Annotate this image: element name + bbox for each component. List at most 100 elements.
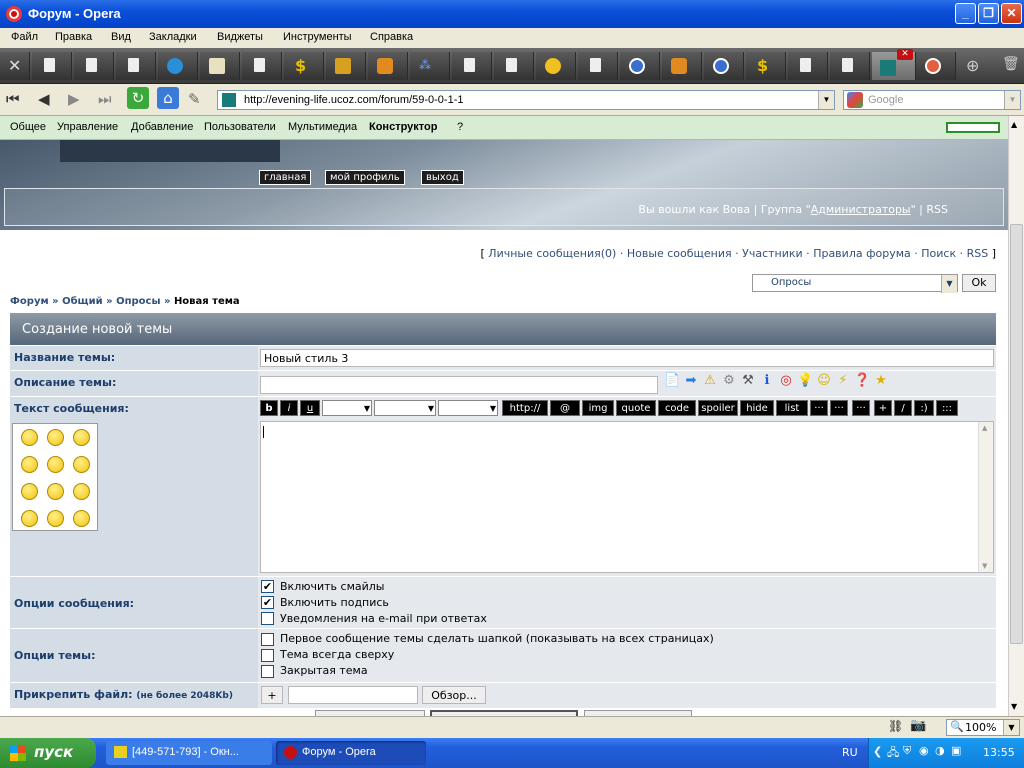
bbcode-plus-button[interactable]: + <box>874 400 892 416</box>
tab[interactable] <box>452 52 492 80</box>
crumb-polls[interactable]: Опросы <box>116 296 160 307</box>
tray-disk-icon[interactable]: ◉ <box>919 744 929 757</box>
smiley-cool-icon[interactable] <box>73 429 90 446</box>
add-file-button[interactable]: + <box>261 686 283 704</box>
menu-file[interactable]: Файл <box>11 31 38 43</box>
browse-button[interactable]: Обзор... <box>422 686 486 704</box>
tab[interactable] <box>368 52 408 80</box>
crumb-forum[interactable]: Форум <box>10 296 49 307</box>
taskbar-item-chat[interactable]: [449-571-793] - Окн... <box>106 741 272 765</box>
lifebuoy-icon[interactable]: ◎ <box>778 373 794 389</box>
start-button[interactable]: пуск <box>0 738 96 768</box>
tray-moon-icon[interactable]: ◑ <box>935 744 945 757</box>
panel-item-management[interactable]: Управление <box>57 121 118 133</box>
header-rss-link[interactable]: RSS <box>926 203 948 216</box>
smiley-wink-icon[interactable] <box>73 510 90 527</box>
close-tab-icon[interactable]: ✕ <box>897 49 913 60</box>
bbcode-extra2-button[interactable]: ··· <box>830 400 848 416</box>
back-button[interactable]: ◀ <box>38 90 50 108</box>
color-select[interactable] <box>374 400 436 416</box>
star-icon[interactable]: ★ <box>873 373 889 389</box>
email-notify-checkbox[interactable] <box>261 612 274 625</box>
bbcode-code-button[interactable]: code <box>658 400 696 416</box>
smiley-biggrin-icon[interactable] <box>47 429 64 446</box>
tab[interactable] <box>662 52 702 80</box>
tab[interactable] <box>494 52 534 80</box>
scroll-down-icon[interactable]: ▼ <box>1011 702 1017 711</box>
pin-first-post-checkbox[interactable] <box>261 633 274 646</box>
closed-topic-checkbox[interactable] <box>261 665 274 678</box>
smiley-angry-icon[interactable] <box>21 429 38 446</box>
chevron-down-icon[interactable]: ▼ <box>941 275 957 293</box>
tab[interactable] <box>536 52 576 80</box>
smiley-surprised-icon[interactable] <box>73 483 90 500</box>
bbcode-bold-button[interactable]: b <box>260 400 278 416</box>
tab[interactable] <box>578 52 618 80</box>
home-link-button[interactable]: главная <box>259 170 312 185</box>
menu-help[interactable]: Справка <box>370 31 413 43</box>
bbcode-underline-button[interactable]: u <box>300 400 320 416</box>
rss-link[interactable]: RSS <box>967 247 989 260</box>
info-icon[interactable]: ℹ <box>759 373 775 389</box>
tab[interactable]: $ <box>746 52 786 80</box>
tab[interactable] <box>830 52 870 80</box>
smiley-sick-icon[interactable] <box>47 510 64 527</box>
panel-slider-icon[interactable] <box>946 122 1000 133</box>
tab[interactable] <box>788 52 828 80</box>
tab[interactable] <box>74 52 114 80</box>
tab[interactable] <box>200 52 240 80</box>
arrow-right-icon[interactable]: ➡ <box>683 373 699 389</box>
smiley-smile-icon[interactable] <box>47 483 64 500</box>
zoom-dropdown-icon[interactable]: ▼ <box>1003 720 1019 735</box>
bbcode-slash-button[interactable]: / <box>894 400 912 416</box>
logout-link-button[interactable]: выход <box>421 170 464 185</box>
forum-jump-select[interactable]: Опросы ▼ <box>752 274 958 293</box>
panel-item-multimedia[interactable]: Мультимедиа <box>288 121 357 133</box>
file-path-input[interactable] <box>288 686 418 704</box>
enable-smileys-checkbox[interactable]: ✔ <box>261 580 274 593</box>
smiley-tongue-icon[interactable] <box>21 510 38 527</box>
gear-icon[interactable]: ⚙ <box>721 373 737 389</box>
profile-link-button[interactable]: мой профиль <box>325 170 405 185</box>
panels-icon[interactable]: ⛓ <box>888 719 903 733</box>
bbcode-extra1-button[interactable]: ··· <box>810 400 828 416</box>
bbcode-list-button[interactable]: list <box>776 400 808 416</box>
search-dropdown-icon[interactable]: ▼ <box>1004 91 1020 109</box>
panel-item-help[interactable]: ? <box>457 121 463 133</box>
smiley-shocked-icon[interactable] <box>21 456 38 473</box>
bbcode-italic-button[interactable]: i <box>280 400 298 416</box>
bbcode-email-button[interactable]: @ <box>550 400 580 416</box>
menu-view[interactable]: Вид <box>111 31 131 43</box>
tray-network-icon[interactable]: 🖧 <box>887 744 899 763</box>
tab[interactable] <box>158 52 198 80</box>
scrollbar-thumb[interactable] <box>1010 224 1023 644</box>
group-link[interactable]: Администраторы <box>811 203 911 216</box>
minimize-button[interactable]: _ <box>955 3 976 24</box>
search-field[interactable]: Google ▼ <box>843 90 1021 110</box>
camera-icon[interactable]: 📷 <box>910 718 926 733</box>
message-textarea[interactable]: ▲ ▼ <box>260 421 994 573</box>
address-field[interactable]: http://evening-life.ucoz.com/forum/59-0-… <box>217 90 835 110</box>
zoom-select[interactable]: 🔍 100% ▼ <box>946 719 1020 736</box>
menu-bookmarks[interactable]: Закладки <box>149 31 197 43</box>
tab[interactable] <box>242 52 282 80</box>
panel-item-users[interactable]: Пользователи <box>204 121 276 133</box>
close-button[interactable]: ✕ <box>1001 3 1022 24</box>
tab[interactable] <box>32 52 72 80</box>
search-link[interactable]: Поиск <box>921 247 956 260</box>
members-link[interactable]: Участники <box>742 247 803 260</box>
question-icon[interactable]: ❓ <box>854 373 870 389</box>
forward-button[interactable]: ▶ <box>68 90 80 108</box>
private-messages-link[interactable]: Личные сообщения(0) <box>488 247 616 260</box>
bbcode-spoiler-button[interactable]: spoiler <box>698 400 738 416</box>
smiley-sad-icon[interactable] <box>21 483 38 500</box>
crumb-general[interactable]: Общий <box>62 296 103 307</box>
tab[interactable] <box>326 52 366 80</box>
tab[interactable] <box>704 52 744 80</box>
forum-rules-link[interactable]: Правила форума <box>813 247 911 260</box>
wand-icon[interactable]: ✎ <box>188 90 201 108</box>
smiley-icon[interactable]: ☺ <box>816 373 832 389</box>
language-indicator[interactable]: RU <box>842 746 858 759</box>
bbcode-more-button[interactable]: ::: <box>936 400 958 416</box>
panel-item-general[interactable]: Общее <box>10 121 46 133</box>
